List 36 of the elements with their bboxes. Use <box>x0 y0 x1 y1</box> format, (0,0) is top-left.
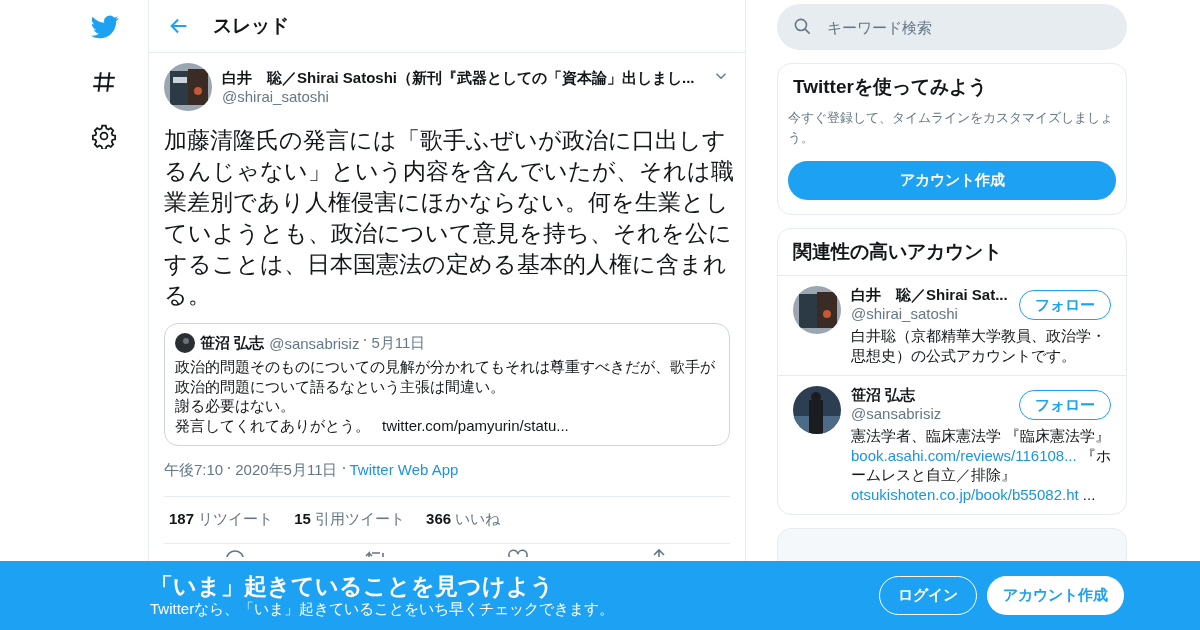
signup-button[interactable]: アカウント作成 <box>987 576 1124 615</box>
tweet-text: 加藤清隆氏の発言には「歌手ふぜいが政治に口出しするんじゃない」という内容を含んでいたが、それは職業差別であり人権侵害にほかならない。何を生業としていようとも、政治について意見を持ち、それを公にすることは、日本国憲法の定める基本的人権に含まれる。 <box>164 126 735 310</box>
quote-text: 謝る必要はない。 <box>175 396 296 416</box>
page-title: スレッド <box>213 14 289 38</box>
stat-link[interactable]: 15 引用ツイート <box>294 510 406 529</box>
create-account-button[interactable]: アカウント作成 <box>788 161 1116 200</box>
account-bio: 憲法学者、臨床憲法学 『臨床憲法学』 book.asahi.com/reviews/116108... 『ホームレスと自立／排除』 otsukishoten.co.jp/book/b55082.ht ... <box>851 426 1111 504</box>
tweet-date: 2020年5月11日 <box>235 461 338 480</box>
account-name[interactable]: 笹沼 弘志 <box>851 386 942 405</box>
quoted-tweet[interactable]: 笹沼 弘志 @sansabrisiz 5月11日 政治的問題そのものについての見解が分かれてもそれは尊重すべきだが、歌手が政治的問題について語るなという主張は間違い。 謝る必要はない。 発言してくれてありがとう。 twitter.com/pamyurin/statu... <box>164 323 730 446</box>
card-title: Twitterを使ってみよう <box>792 75 988 99</box>
stat-link[interactable]: 366 いいね <box>426 510 501 529</box>
quote-author-name: 笹沼 弘志 <box>200 333 265 353</box>
follow-button[interactable]: フォロー <box>1019 290 1111 320</box>
account-handle[interactable]: @sansabrisiz <box>851 405 942 422</box>
account-handle[interactable]: @shirai_satoshi <box>851 305 1008 322</box>
account-bio: 白井聡（京都精華大学教員、政治学・思想史）の公式アカウントです。 <box>851 326 1107 365</box>
quote-date: 5月11日 <box>371 333 426 353</box>
card-title: 関連性の高いアカウント <box>778 229 1126 276</box>
author-handle[interactable]: @shirai_satoshi <box>222 88 695 105</box>
banner-title: 「いま」起きていることを見つけよう <box>150 572 555 600</box>
quote-text: 政治的問題そのものについての見解が分かれてもそれは尊重すべきだが、歌手が政治的問題について語るなという主張は間違い。 <box>175 357 716 396</box>
search-field[interactable]: キーワード検索 <box>777 4 1127 50</box>
card-text: 今すぐ登録して、タイムラインをカスタマイズしましょう。 <box>788 109 1114 147</box>
author-name[interactable]: 白井 聡／Shirai Satoshi（新刊『武器としての「資本論」出しまし... <box>222 69 695 88</box>
follow-button[interactable]: フォロー <box>1019 390 1111 420</box>
tweet-time: 午後7:10 <box>164 461 224 480</box>
stat-link[interactable]: 187 リツイート <box>169 510 274 529</box>
account-name[interactable]: 白井 聡／Shirai Sat... <box>851 286 1008 305</box>
bio-link[interactable]: book.asahi.com/reviews/116108... <box>851 446 1077 464</box>
banner-subtitle: Twitterなら、「いま」起きていることをいち早くチェックできます。 <box>150 600 615 619</box>
quote-author-handle: @sansabrisiz <box>269 334 360 352</box>
quote-text: 発言してくれてありがとう。 <box>175 415 370 435</box>
tweet-source-link[interactable]: Twitter Web App <box>349 461 459 480</box>
bio-link[interactable]: otsukishoten.co.jp/book/b55082.ht <box>851 485 1079 503</box>
quote-link[interactable]: twitter.com/pamyurin/statu... <box>382 415 569 435</box>
